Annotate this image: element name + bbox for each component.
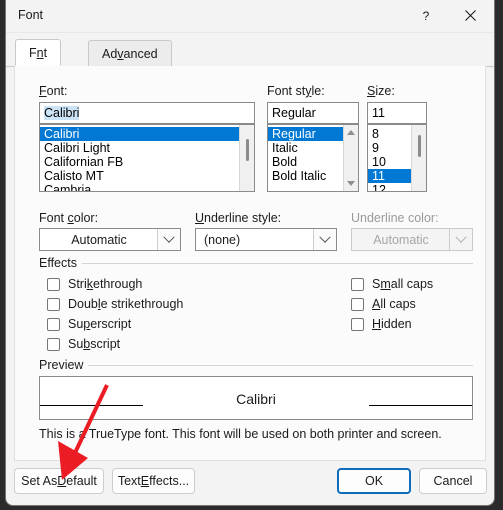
underline-style-dropdown-arrow[interactable] xyxy=(313,229,336,250)
font-style-label: Font style: xyxy=(267,84,325,98)
list-item[interactable]: 10 xyxy=(368,155,412,169)
font-style-input-value: Regular xyxy=(272,106,316,120)
font-size-label: Size: xyxy=(367,84,395,98)
preview-note: This is a TrueType font. This font will … xyxy=(39,427,442,441)
list-item[interactable]: Californian FB xyxy=(40,155,240,169)
preview-sample-text: Calibri xyxy=(236,391,276,407)
list-item[interactable]: Calibri xyxy=(40,127,240,141)
list-item[interactable]: Bold Italic xyxy=(268,169,344,183)
font-size-input-value: 11 xyxy=(372,106,385,120)
list-item[interactable]: 8 xyxy=(368,127,412,141)
font-size-list[interactable]: 8 9 10 11 12 xyxy=(367,124,427,192)
ok-button[interactable]: OK xyxy=(337,468,411,494)
checkbox-icon[interactable] xyxy=(351,297,364,311)
cancel-button[interactable]: Cancel xyxy=(419,468,487,494)
scrollbar-thumb[interactable] xyxy=(246,139,249,161)
scrollbar-thumb[interactable] xyxy=(418,135,421,157)
text-effects-button[interactable]: Text Effects... xyxy=(112,468,195,494)
dialog-titlebar: Font ? xyxy=(6,0,494,33)
checkbox-label: Hidden xyxy=(372,317,412,331)
tab-advanced-accel: v xyxy=(117,47,124,61)
font-style-list-items: Regular Italic Bold Bold Italic xyxy=(268,125,344,183)
checkbox-icon[interactable] xyxy=(47,317,60,331)
preview-group-label: Preview xyxy=(39,358,89,372)
font-name-list-items: Calibri Calibri Light Californian FB Cal… xyxy=(40,125,240,191)
checkbox-small-caps[interactable]: Small caps xyxy=(351,277,433,291)
checkbox-label: Double strikethrough xyxy=(68,297,184,311)
font-style-input[interactable]: Regular xyxy=(267,102,359,124)
checkbox-strikethrough[interactable]: Strikethrough xyxy=(47,277,142,291)
dialog-title: Font xyxy=(18,8,44,22)
list-item[interactable]: 11 xyxy=(368,169,412,183)
tab-font[interactable]: Fnt xyxy=(15,39,62,66)
font-size-list-items: 8 9 10 11 12 xyxy=(368,125,412,191)
font-dialog: Font ? Fnt Advanced Font: Calibri Calibr… xyxy=(5,0,495,506)
font-style-list[interactable]: Regular Italic Bold Bold Italic xyxy=(267,124,359,192)
screen: Font ? Fnt Advanced Font: Calibri Calibr… xyxy=(0,0,503,510)
underline-color-dropdown-arrow xyxy=(449,229,472,250)
font-tab-panel: Font: Calibri Calibri Calibri Light Cali… xyxy=(14,66,486,461)
checkbox-icon[interactable] xyxy=(351,317,364,331)
underline-style-value: (none) xyxy=(204,232,241,247)
checkbox-hidden[interactable]: Hidden xyxy=(351,317,412,331)
help-icon[interactable]: ? xyxy=(406,0,446,31)
effects-group-divider xyxy=(39,263,473,264)
font-name-input[interactable]: Calibri xyxy=(39,102,255,124)
scroll-up-arrow-icon[interactable] xyxy=(347,130,355,135)
checkbox-subscript[interactable]: Subscript xyxy=(47,337,120,351)
checkbox-icon[interactable] xyxy=(47,337,60,351)
list-item[interactable]: 12 xyxy=(368,183,412,191)
tab-font-accel: n xyxy=(36,46,44,60)
underline-color-dropdown: Automatic xyxy=(351,228,473,251)
checkbox-icon[interactable] xyxy=(47,277,60,291)
font-color-value: Automatic xyxy=(71,232,127,247)
list-item[interactable]: Calibri Light xyxy=(40,141,240,155)
list-item[interactable]: Cambria xyxy=(40,183,240,191)
tab-advanced[interactable]: Advanced xyxy=(88,40,172,66)
list-item[interactable]: Italic xyxy=(268,141,344,155)
underline-color-label: Underline color: xyxy=(351,211,439,225)
effects-group-label: Effects xyxy=(39,256,82,270)
checkbox-icon[interactable] xyxy=(47,297,60,311)
preview-group-divider xyxy=(39,365,473,366)
checkbox-double-strikethrough[interactable]: Double strikethrough xyxy=(47,297,183,311)
font-size-list-scrollbar[interactable] xyxy=(411,125,426,191)
svg-text:?: ? xyxy=(423,9,430,23)
font-color-label: Font color: xyxy=(39,211,99,225)
font-name-input-value: Calibri xyxy=(44,106,80,120)
font-color-dropdown[interactable]: Automatic xyxy=(39,228,181,251)
font-name-list-scrollbar[interactable] xyxy=(239,125,254,191)
chevron-down-icon xyxy=(455,231,467,243)
font-preview-box: Calibri xyxy=(39,376,473,420)
font-color-dropdown-arrow[interactable] xyxy=(157,229,180,250)
close-icon xyxy=(464,10,476,21)
font-name-list[interactable]: Calibri Calibri Light Californian FB Cal… xyxy=(39,124,255,192)
checkbox-label: Strikethrough xyxy=(68,277,143,291)
font-size-input[interactable]: 11 xyxy=(367,102,427,124)
list-item[interactable]: Regular xyxy=(268,127,344,141)
checkbox-label: Superscript xyxy=(68,317,132,331)
tab-strip: Fnt Advanced xyxy=(6,39,494,67)
set-as-default-button[interactable]: Set As Default xyxy=(14,468,104,494)
underline-style-label: Underline style: xyxy=(195,211,282,225)
checkbox-label: All caps xyxy=(372,297,416,311)
question-mark-icon: ? xyxy=(423,9,430,23)
chevron-down-icon xyxy=(163,231,175,243)
list-item[interactable]: Bold xyxy=(268,155,344,169)
checkbox-icon[interactable] xyxy=(351,277,364,291)
list-item[interactable]: 9 xyxy=(368,141,412,155)
font-style-list-scrollbar[interactable] xyxy=(343,125,358,191)
chevron-down-icon xyxy=(319,231,331,243)
close-button[interactable] xyxy=(450,0,490,31)
checkbox-all-caps[interactable]: All caps xyxy=(351,297,416,311)
checkbox-label: Subscript xyxy=(68,337,121,351)
checkbox-superscript[interactable]: Superscript xyxy=(47,317,131,331)
checkbox-label: Small caps xyxy=(372,277,434,291)
underline-color-value: Automatic xyxy=(373,232,429,247)
scroll-down-arrow-icon[interactable] xyxy=(347,181,355,186)
font-label: Font: xyxy=(39,84,68,98)
list-item[interactable]: Calisto MT xyxy=(40,169,240,183)
underline-style-dropdown[interactable]: (none) xyxy=(195,228,337,251)
